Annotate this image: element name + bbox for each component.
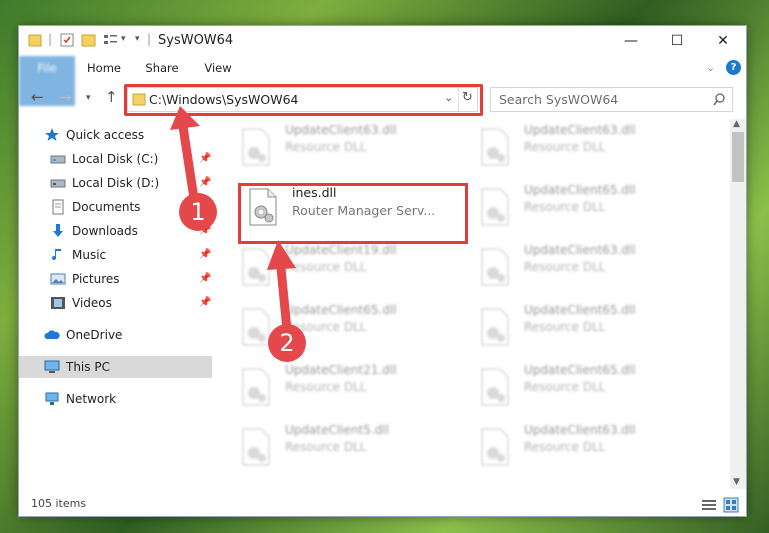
step-2-badge: 2 [268,324,306,362]
arrow-1-head [170,106,200,130]
annotation-arrows [170,106,296,335]
step-1-badge: 1 [179,193,217,231]
arrow-2-head [267,240,296,270]
arrow-1-shaft [177,115,200,210]
